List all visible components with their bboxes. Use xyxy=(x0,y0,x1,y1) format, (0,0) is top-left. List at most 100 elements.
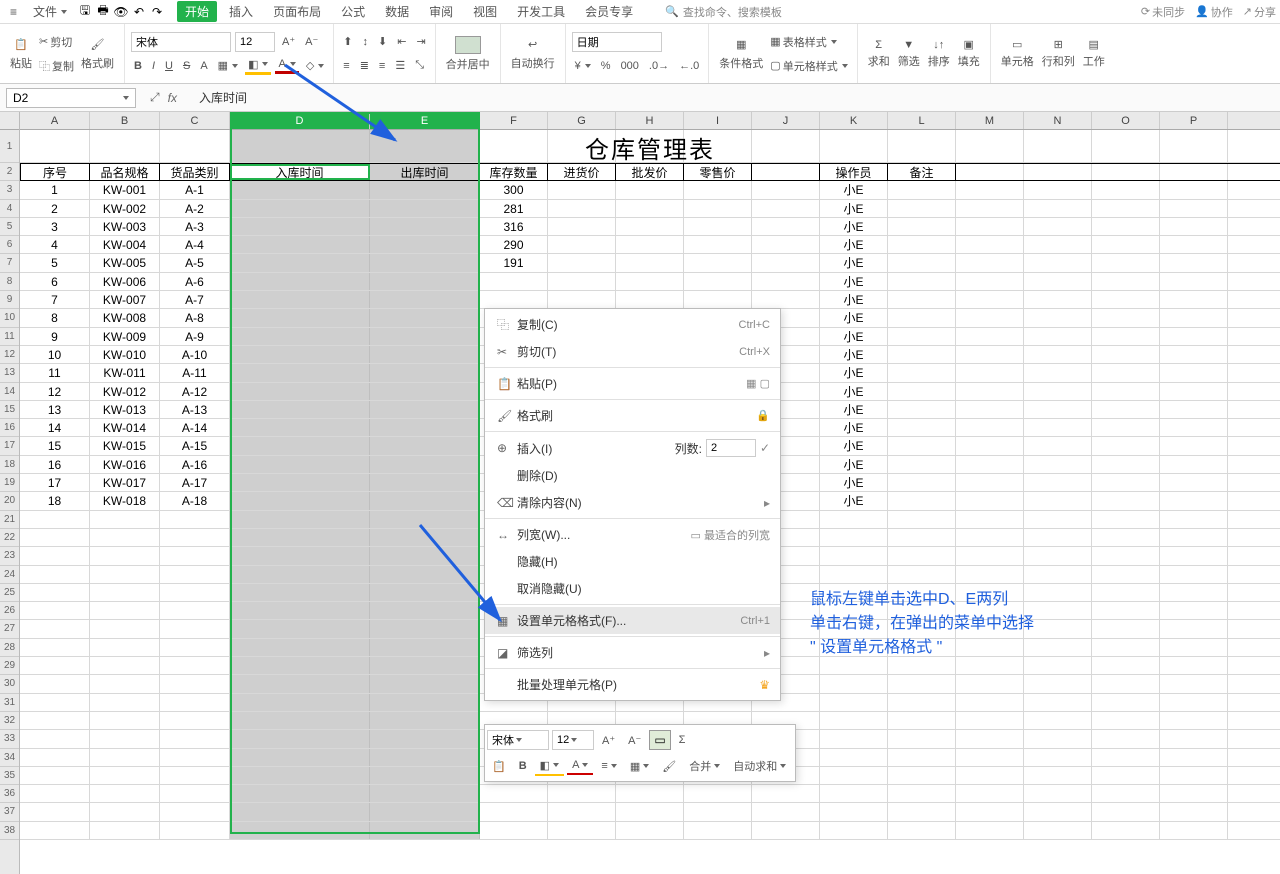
cell[interactable] xyxy=(1160,547,1228,564)
underline-button[interactable]: U xyxy=(162,59,176,73)
cell[interactable] xyxy=(616,273,684,290)
cell[interactable] xyxy=(1160,291,1228,308)
cell[interactable] xyxy=(20,822,90,839)
number-format-select[interactable] xyxy=(572,32,662,52)
cell[interactable] xyxy=(616,785,684,802)
cell[interactable] xyxy=(230,657,370,674)
row-header[interactable]: 36 xyxy=(0,785,19,803)
merge-center-button[interactable]: 合并居中 xyxy=(442,36,494,72)
cell[interactable] xyxy=(1024,584,1092,601)
paste-button[interactable]: 📋粘贴 xyxy=(6,30,36,78)
cell[interactable] xyxy=(90,566,160,583)
tab-审阅[interactable]: 审阅 xyxy=(421,1,461,22)
cell[interactable] xyxy=(230,785,370,802)
cell[interactable]: 300 xyxy=(480,181,548,198)
cell[interactable] xyxy=(160,675,230,692)
cell[interactable] xyxy=(1160,346,1228,363)
tab-开始[interactable]: 开始 xyxy=(177,1,217,22)
cell[interactable] xyxy=(160,822,230,839)
cell[interactable] xyxy=(230,383,370,400)
cell[interactable] xyxy=(1092,130,1160,162)
cell[interactable] xyxy=(1092,749,1160,766)
cell[interactable]: 小E xyxy=(820,419,888,436)
cell[interactable] xyxy=(956,803,1024,820)
redo-icon[interactable]: ↷ xyxy=(149,4,165,20)
cell[interactable] xyxy=(888,328,956,345)
cell[interactable]: 备注 xyxy=(888,164,956,180)
cell[interactable] xyxy=(888,181,956,198)
cell[interactable]: A-8 xyxy=(160,309,230,326)
row-header[interactable]: 37 xyxy=(0,803,19,821)
cell[interactable] xyxy=(1092,401,1160,418)
cell[interactable] xyxy=(616,218,684,235)
cell[interactable] xyxy=(752,822,820,839)
cell[interactable] xyxy=(90,130,160,162)
cell[interactable] xyxy=(230,218,370,235)
row-header[interactable]: 27 xyxy=(0,620,19,638)
cell[interactable]: A-6 xyxy=(160,273,230,290)
cell[interactable] xyxy=(956,730,1024,747)
cell[interactable] xyxy=(1160,236,1228,253)
cell[interactable]: KW-014 xyxy=(90,419,160,436)
cell[interactable] xyxy=(160,566,230,583)
currency-icon[interactable]: ¥ xyxy=(572,59,594,73)
cell[interactable] xyxy=(1024,346,1092,363)
cell[interactable] xyxy=(1024,383,1092,400)
cell[interactable] xyxy=(90,803,160,820)
cell[interactable] xyxy=(752,164,820,180)
cell[interactable] xyxy=(548,130,616,162)
cell[interactable] xyxy=(956,254,1024,271)
cell[interactable] xyxy=(1160,657,1228,674)
cell[interactable]: KW-003 xyxy=(90,218,160,235)
cell[interactable] xyxy=(1160,401,1228,418)
cell[interactable]: 14 xyxy=(20,419,90,436)
cell[interactable] xyxy=(230,511,370,528)
cell[interactable] xyxy=(888,273,956,290)
cell[interactable] xyxy=(90,785,160,802)
cell[interactable]: KW-009 xyxy=(90,328,160,345)
row-header[interactable]: 9 xyxy=(0,291,19,309)
sum-button[interactable]: Σ求和 xyxy=(864,38,894,69)
cell[interactable] xyxy=(956,529,1024,546)
cell[interactable] xyxy=(1024,181,1092,198)
col-header-K[interactable]: K xyxy=(820,112,888,129)
cell[interactable] xyxy=(1024,529,1092,546)
insert-cols-input[interactable] xyxy=(706,439,756,457)
cell[interactable] xyxy=(160,547,230,564)
percent-icon[interactable]: % xyxy=(598,59,614,73)
cell[interactable] xyxy=(684,181,752,198)
cell[interactable] xyxy=(1024,803,1092,820)
cell[interactable] xyxy=(160,730,230,747)
cell[interactable] xyxy=(1024,675,1092,692)
row-header[interactable]: 3 xyxy=(0,181,19,199)
cell[interactable] xyxy=(888,822,956,839)
row-header[interactable]: 4 xyxy=(0,200,19,218)
cell[interactable]: 6 xyxy=(20,273,90,290)
cell[interactable] xyxy=(684,291,752,308)
indent-inc-icon[interactable]: ⇥ xyxy=(413,34,428,49)
dec-dec-icon[interactable]: ←.0 xyxy=(676,59,702,73)
cell[interactable]: 小E xyxy=(820,254,888,271)
cell[interactable]: 8 xyxy=(20,309,90,326)
cell[interactable] xyxy=(480,273,548,290)
cell[interactable] xyxy=(684,236,752,253)
cell[interactable] xyxy=(1092,218,1160,235)
cell[interactable] xyxy=(1092,364,1160,381)
cell[interactable]: 小E xyxy=(820,383,888,400)
cell[interactable]: 316 xyxy=(480,218,548,235)
cell[interactable] xyxy=(160,602,230,619)
cell[interactable] xyxy=(1160,383,1228,400)
cell[interactable]: A-5 xyxy=(160,254,230,271)
sort-button[interactable]: ↓↑排序 xyxy=(924,38,954,69)
cell[interactable] xyxy=(1160,364,1228,381)
cell[interactable]: 小E xyxy=(820,401,888,418)
cell[interactable]: 入库时间 xyxy=(230,164,370,180)
cell[interactable] xyxy=(752,291,820,308)
cell[interactable] xyxy=(230,730,370,747)
cell[interactable] xyxy=(956,419,1024,436)
italic-button[interactable]: I xyxy=(149,59,158,73)
tab-视图[interactable]: 视图 xyxy=(465,1,505,22)
dec-inc-icon[interactable]: .0→ xyxy=(646,59,672,73)
column-headers[interactable]: ABCDEFGHIJKLMNOP xyxy=(20,112,1280,130)
cell[interactable] xyxy=(820,730,888,747)
